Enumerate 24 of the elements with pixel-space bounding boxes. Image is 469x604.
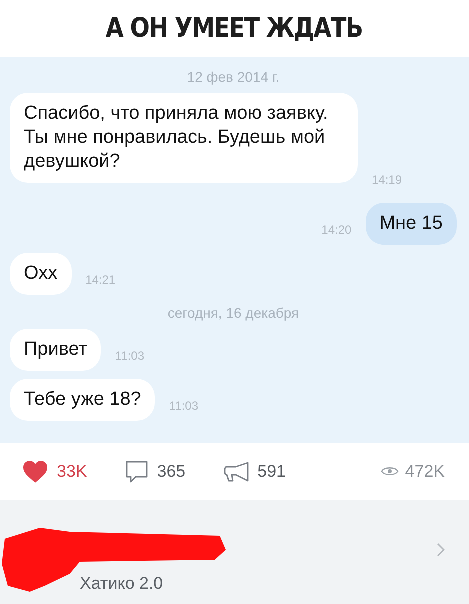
heart-icon <box>22 460 49 484</box>
date-separator: 12 фев 2014 г. <box>187 68 280 85</box>
like-button[interactable]: 33K <box>22 460 88 484</box>
view-count: 472K <box>381 462 445 482</box>
message-bubble: Спасибо, что приняла мою заявку. Ты мне понравилась. Будешь мой девушкой? <box>10 92 358 183</box>
message-time: 14:21 <box>86 272 116 287</box>
message-bubble: Привет <box>10 328 102 371</box>
date-separator: сегодня, 16 декабря <box>168 304 300 321</box>
message-time: 14:19 <box>372 172 402 187</box>
message-bubble: Охх <box>10 252 72 295</box>
author-name: Хатико 2.0 <box>80 574 164 594</box>
share-button[interactable]: 591 <box>224 460 286 483</box>
message-time: 14:20 <box>322 222 352 237</box>
eye-icon <box>381 466 400 478</box>
caption: А ОН УМЕЕТ ЖДАТЬ <box>106 12 363 44</box>
comment-button[interactable]: 365 <box>125 460 186 484</box>
author-bar[interactable]: Хатико 2.0 <box>0 500 469 604</box>
message-bubble: Мне 15 <box>366 202 457 245</box>
message-time: 11:03 <box>115 348 144 363</box>
message-time: 11:03 <box>169 398 199 413</box>
message-bubble: Тебе уже 18? <box>10 378 156 421</box>
megaphone-icon <box>224 460 250 483</box>
chevron-right-icon <box>437 542 445 557</box>
speech-bubble-icon <box>125 460 150 484</box>
